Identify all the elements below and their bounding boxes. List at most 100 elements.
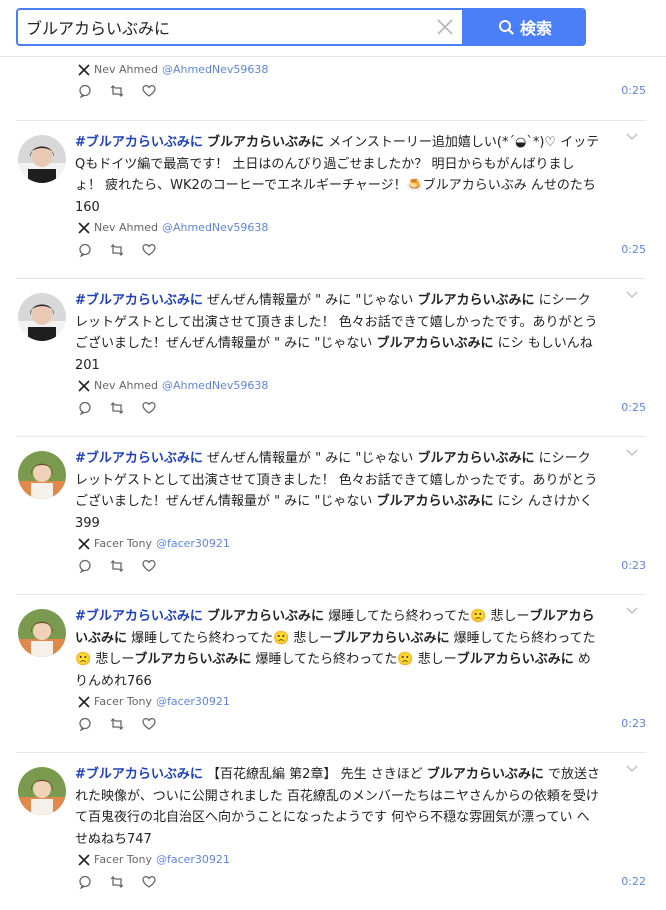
post-source: Nev Ahmed @AhmedNev59638 (78, 63, 268, 76)
x-logo-icon (78, 379, 90, 392)
post-source: Nev Ahmed @AhmedNev59638 (78, 221, 268, 234)
post-text-segment: 爆睡してたら終わってた🙁 悲しー (251, 652, 457, 667)
post-item: #ブルアカらいぶみに ぜんぜん情報量が " みに "じゃない ブルアカらいぶみに… (16, 279, 646, 437)
retweet-icon[interactable] (110, 401, 124, 415)
hashtag-link[interactable]: #ブルアカらいぶみに (75, 293, 203, 308)
author-handle[interactable]: @AhmedNev59638 (162, 63, 268, 76)
post-source: Nev Ahmed @AhmedNev59638 (78, 379, 268, 392)
keyword-highlight: ブルアカらいぶみに (134, 652, 252, 667)
chevron-down-icon[interactable] (626, 291, 638, 299)
chevron-down-icon[interactable] (626, 449, 638, 457)
avatar[interactable] (18, 609, 66, 657)
x-logo-icon (78, 537, 90, 550)
retweet-icon[interactable] (110, 559, 124, 573)
author-handle[interactable]: @AhmedNev59638 (162, 379, 268, 392)
avatar[interactable] (18, 767, 66, 815)
post-item: #ブルアカらいぶみに ぜんぜん情報量が " みに "じゃない ブルアカらいぶみに… (16, 437, 646, 595)
search-button-label: 検索 (519, 19, 552, 38)
x-logo-icon (78, 853, 90, 866)
like-icon[interactable] (142, 875, 156, 889)
post-text-segment: 爆睡してたら終わってた🙁 悲しー (324, 609, 530, 624)
post-item: #ブルアカらいぶみに ブルアカらいぶみに 爆睡してたら終わってた🙁 悲しーブルア… (16, 595, 646, 753)
reply-icon[interactable] (78, 717, 92, 731)
post-actions (78, 401, 156, 415)
retweet-icon[interactable] (110, 875, 124, 889)
keyword-highlight: ブルアカらいぶみに (376, 494, 494, 509)
post-item: Nev Ahmed @AhmedNev59638 0:25 (16, 56, 646, 121)
reply-icon[interactable] (78, 243, 92, 257)
author-handle[interactable]: @AhmedNev59638 (162, 221, 268, 234)
post-actions (78, 717, 156, 731)
search-input[interactable] (26, 10, 426, 44)
hashtag-link[interactable]: #ブルアカらいぶみに (75, 767, 203, 782)
post-time[interactable]: 0:25 (621, 401, 646, 414)
post-text-segment: 爆睡してたら終わってた🙁 悲しー (127, 630, 333, 646)
post-time[interactable]: 0:25 (621, 243, 646, 256)
post-feed: Nev Ahmed @AhmedNev59638 0:25 #ブルアカらいぶみに… (0, 56, 666, 910)
post-text: #ブルアカらいぶみに ぜんぜん情報量が " みに "じゃない ブルアカらいぶみに… (75, 290, 600, 376)
search-button[interactable]: 検索 (464, 8, 586, 46)
post-time[interactable]: 0:22 (621, 875, 646, 888)
hashtag-link[interactable]: #ブルアカらいぶみに (75, 609, 203, 624)
author-name: Nev Ahmed (94, 379, 158, 392)
post-text: #ブルアカらいぶみに ブルアカらいぶみに 爆睡してたら終わってた🙁 悲しーブルア… (75, 606, 600, 692)
post-source: Facer Tony @facer30921 (78, 537, 230, 550)
author-handle[interactable]: @facer30921 (156, 695, 230, 708)
keyword-highlight: ブルアカらいぶみに (207, 135, 325, 150)
like-icon[interactable] (142, 717, 156, 731)
post-item: #ブルアカらいぶみに 【百花繚乱編 第2章】 先生 さきほど ブルアカらいぶみに… (16, 753, 646, 910)
keyword-highlight: ブルアカらいぶみに (376, 336, 494, 351)
x-logo-icon (78, 695, 90, 708)
like-icon[interactable] (142, 84, 156, 98)
keyword-highlight: ブルアカらいぶみに (456, 652, 574, 667)
like-icon[interactable] (142, 401, 156, 415)
post-text-segment: 【百花繚乱編 第2章】 先生 さきほど (202, 767, 427, 782)
author-handle[interactable]: @facer30921 (156, 853, 230, 866)
reply-icon[interactable] (78, 84, 92, 98)
post-text-segment: ぜんぜん情報量が " みに "じゃない (202, 451, 418, 466)
reply-icon[interactable] (78, 875, 92, 889)
retweet-icon[interactable] (110, 717, 124, 731)
retweet-icon[interactable] (110, 243, 124, 257)
post-item: #ブルアカらいぶみに ブルアカらいぶみに メインストーリー追加嬉しい(*´◒`*… (16, 121, 646, 279)
post-text: #ブルアカらいぶみに 【百花繚乱編 第2章】 先生 さきほど ブルアカらいぶみに… (75, 764, 600, 850)
reply-icon[interactable] (78, 559, 92, 573)
post-actions (78, 875, 156, 889)
keyword-highlight: ブルアカらいぶみに (332, 630, 450, 646)
post-time[interactable]: 0:25 (621, 84, 646, 97)
post-text: #ブルアカらいぶみに ぜんぜん情報量が " みに "じゃない ブルアカらいぶみに… (75, 448, 600, 534)
like-icon[interactable] (142, 559, 156, 573)
author-name: Nev Ahmed (94, 221, 158, 234)
chevron-down-icon[interactable] (626, 607, 638, 615)
author-name: Facer Tony (94, 695, 152, 708)
post-text-segment: ぜんぜん情報量が " みに "じゃない (202, 293, 418, 308)
post-source: Facer Tony @facer30921 (78, 853, 230, 866)
clear-icon[interactable] (436, 18, 454, 36)
post-source: Facer Tony @facer30921 (78, 695, 230, 708)
search-icon (498, 20, 514, 35)
author-name: Facer Tony (94, 537, 152, 550)
hashtag-link[interactable]: #ブルアカらいぶみに (75, 135, 203, 150)
avatar[interactable] (18, 293, 66, 341)
keyword-highlight: ブルアカらいぶみに (417, 293, 535, 308)
post-time[interactable]: 0:23 (621, 559, 646, 572)
post-time[interactable]: 0:23 (621, 717, 646, 730)
keyword-highlight: ブルアカらいぶみに (426, 767, 544, 782)
hashtag-link[interactable]: #ブルアカらいぶみに (75, 451, 203, 466)
author-name: Facer Tony (94, 853, 152, 866)
like-icon[interactable] (142, 243, 156, 257)
post-actions (78, 559, 156, 573)
post-actions (78, 84, 156, 98)
post-actions (78, 243, 156, 257)
reply-icon[interactable] (78, 401, 92, 415)
x-logo-icon (78, 221, 90, 234)
x-logo-icon (78, 63, 90, 76)
author-name: Nev Ahmed (94, 63, 158, 76)
chevron-down-icon[interactable] (626, 765, 638, 773)
avatar[interactable] (18, 135, 66, 183)
avatar[interactable] (18, 451, 66, 499)
retweet-icon[interactable] (110, 84, 124, 98)
chevron-down-icon[interactable] (626, 133, 638, 141)
keyword-highlight: ブルアカらいぶみに (417, 451, 535, 466)
author-handle[interactable]: @facer30921 (156, 537, 230, 550)
